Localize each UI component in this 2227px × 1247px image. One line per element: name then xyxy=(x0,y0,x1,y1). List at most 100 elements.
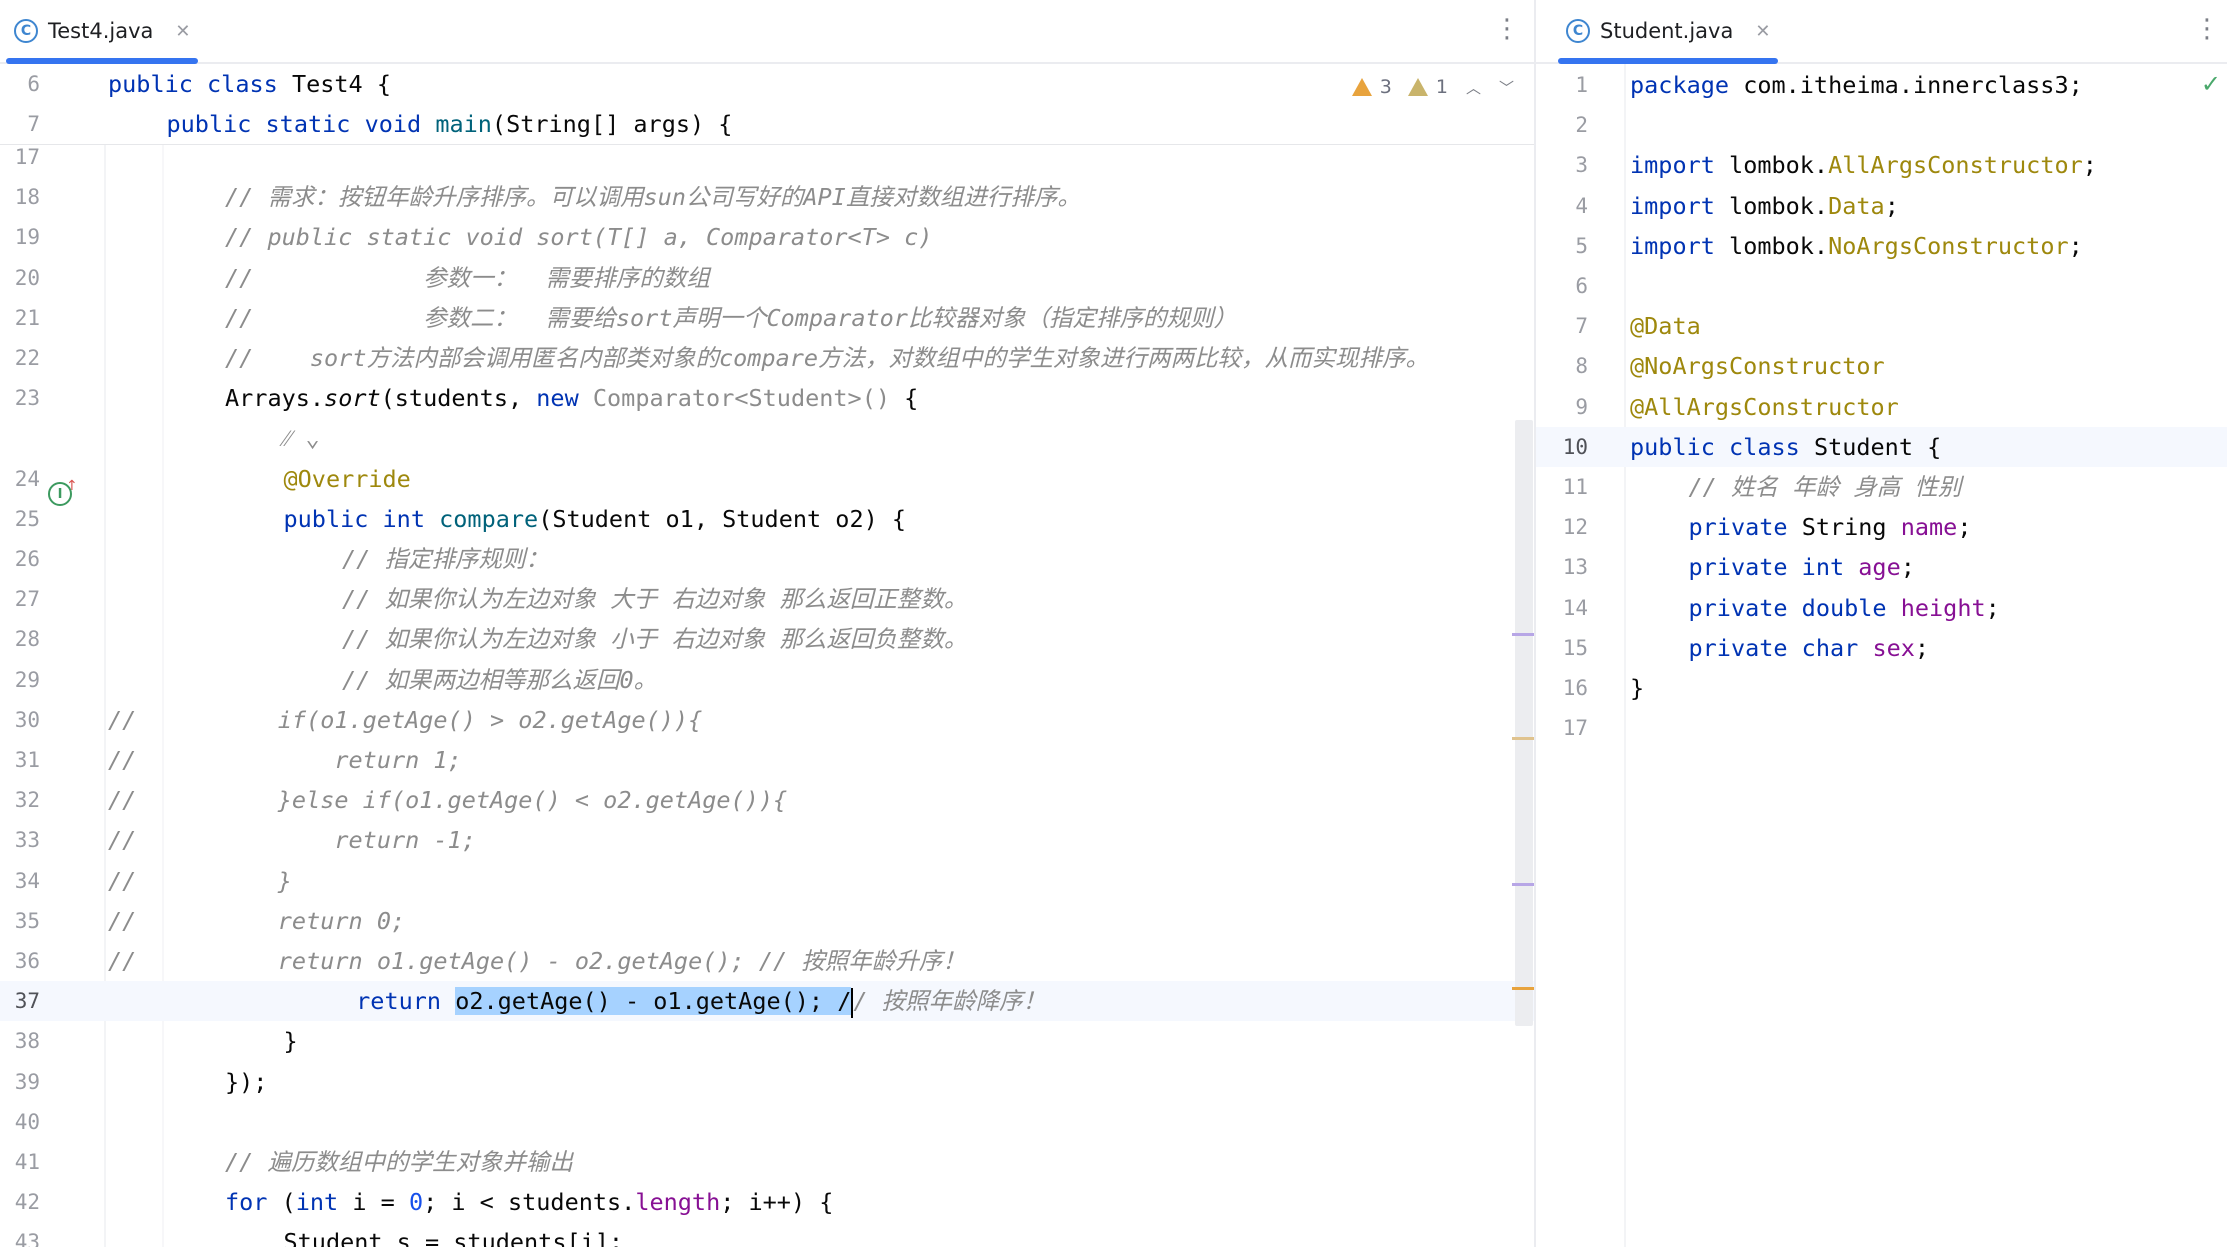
line-number[interactable]: 29 xyxy=(0,660,40,700)
line-number[interactable]: 5 xyxy=(1548,226,1588,266)
code-line[interactable]: 17 xyxy=(1536,708,2227,748)
line-number[interactable]: 22 xyxy=(0,338,40,378)
code-line[interactable]: 12 private String name; xyxy=(1536,507,2227,547)
code-line[interactable]: 19 // public static void sort(T[] a, Comp… xyxy=(0,217,1534,257)
line-number[interactable]: 18 xyxy=(0,177,40,217)
error-stripe-mark[interactable] xyxy=(1512,883,1534,886)
line-number[interactable]: 33 xyxy=(0,820,40,860)
code-line[interactable]: 20 // 参数一： 需要排序的数组 xyxy=(0,258,1534,298)
line-number[interactable]: 9 xyxy=(1548,387,1588,427)
line-number[interactable]: 12 xyxy=(1548,507,1588,547)
line-number[interactable]: 3 xyxy=(1548,145,1588,185)
code-line[interactable]: 41 // 遍历数组中的学生对象并输出 xyxy=(0,1142,1534,1182)
code-line[interactable]: 2 xyxy=(1536,105,2227,145)
editor-pane-test4[interactable]: C Test4.java ✕ ⋮ 17 18// 需求：按钮年龄升序排序。可以调用… xyxy=(0,0,1536,1247)
line-number[interactable]: 43 xyxy=(0,1222,40,1247)
line-number[interactable]: 14 xyxy=(1548,588,1588,628)
code-line[interactable]: 32 // }else if(o1.getAge() < o2.getAge())… xyxy=(0,780,1534,820)
code-line[interactable]: 21 // 参数二： 需要给sort声明一个Comparator比较器对象（指定排… xyxy=(0,298,1534,338)
code-line[interactable]: 7 public static void main(String[] args) … xyxy=(0,104,1534,144)
code-line[interactable]: 27 // 如果你认为左边对象 大于 右边对象 那么返回正整数。 xyxy=(0,579,1534,619)
line-number[interactable]: 32 xyxy=(0,780,40,820)
code-line[interactable]: 43 Student s = students[i]; xyxy=(0,1222,1534,1247)
line-number[interactable]: 11 xyxy=(1548,467,1588,507)
code-line[interactable]: 40 xyxy=(0,1102,1534,1142)
line-number[interactable]: 27 xyxy=(0,579,40,619)
line-number[interactable]: 19 xyxy=(0,217,40,257)
line-number[interactable]: 6 xyxy=(1548,266,1588,306)
code-line[interactable]: 22 // sort方法内部会调用匿名内部类对象的compare方法，对数组中的学… xyxy=(0,338,1534,378)
code-line[interactable]: 30 // if(o1.getAge() > o2.getAge()){ xyxy=(0,700,1534,740)
line-number[interactable]: 20 xyxy=(0,258,40,298)
line-number[interactable]: 35 xyxy=(0,901,40,941)
error-stripe-mark[interactable] xyxy=(1512,633,1534,636)
code-line[interactable]: 34 // } xyxy=(0,861,1534,901)
code-line[interactable]: 35 // return 0; xyxy=(0,901,1534,941)
line-number[interactable]: 7 xyxy=(0,104,40,144)
line-number[interactable]: 40 xyxy=(0,1102,40,1142)
close-icon[interactable]: ✕ xyxy=(1755,21,1770,42)
code-line[interactable]: 8 @NoArgsConstructor xyxy=(1536,346,2227,386)
code-line[interactable]: 9 @AllArgsConstructor xyxy=(1536,387,2227,427)
code-line[interactable]: 42 for (int i = 0; i < students.length; i… xyxy=(0,1182,1534,1222)
line-number[interactable]: 41 xyxy=(0,1142,40,1182)
line-number[interactable]: 34 xyxy=(0,861,40,901)
line-number[interactable]: 17 xyxy=(1548,708,1588,748)
line-number[interactable]: 26 xyxy=(0,539,40,579)
line-number[interactable]: 36 xyxy=(0,941,40,981)
line-number[interactable]: 7 xyxy=(1548,306,1588,346)
tab-student-java[interactable]: C Student.java ✕ xyxy=(1558,0,1779,64)
line-number[interactable]: 37 xyxy=(0,981,40,1021)
line-number[interactable]: 30 xyxy=(0,700,40,740)
error-stripe-mark[interactable] xyxy=(1512,737,1534,740)
code-line[interactable]: 25 public int compare(Student o1, Student… xyxy=(0,499,1534,539)
code-line[interactable]: 37 return o2.getAge() - o1.getAge(); // … xyxy=(0,981,1534,1022)
code-line[interactable]: 11 // 姓名 年龄 身高 性别 xyxy=(1536,467,2227,507)
line-number[interactable]: 28 xyxy=(0,619,40,659)
line-number[interactable]: 38 xyxy=(0,1021,40,1061)
code-line[interactable]: 7 @Data xyxy=(1536,306,2227,346)
code-line[interactable]: 1 package com.itheima.innerclass3; xyxy=(1536,65,2227,105)
error-stripe-mark[interactable] xyxy=(1512,987,1534,990)
code-line[interactable]: 36 // return o1.getAge() - o2.getAge(); /… xyxy=(0,941,1534,981)
code-line[interactable]: 6 xyxy=(1536,266,2227,306)
vertical-scrollbar[interactable] xyxy=(1515,420,1533,1026)
code-line[interactable]: 13 private int age; xyxy=(1536,547,2227,587)
line-number[interactable]: 16 xyxy=(1548,668,1588,708)
line-number[interactable]: 31 xyxy=(0,740,40,780)
code-line[interactable]: 5 import lombok.NoArgsConstructor; xyxy=(1536,226,2227,266)
line-number[interactable]: 23 xyxy=(0,378,40,418)
more-options-icon[interactable]: ⋮ xyxy=(1494,14,1520,44)
code-line[interactable]: 4 import lombok.Data; xyxy=(1536,186,2227,226)
line-number[interactable]: 25 xyxy=(0,499,40,539)
line-number[interactable]: 6 xyxy=(0,64,40,104)
tab-test4-java[interactable]: C Test4.java ✕ xyxy=(6,0,199,64)
more-options-icon[interactable]: ⋮ xyxy=(2194,14,2220,44)
code-line[interactable]: 14 private double height; xyxy=(1536,588,2227,628)
code-line[interactable]: 24 @Override xyxy=(0,459,1534,499)
code-line[interactable]: 33 // return -1; xyxy=(0,820,1534,860)
code-line[interactable]: 28 // 如果你认为左边对象 小于 右边对象 那么返回负整数。 xyxy=(0,619,1534,659)
line-number[interactable]: 39 xyxy=(0,1062,40,1102)
code-line[interactable]: 29 // 如果两边相等那么返回0。 xyxy=(0,660,1534,700)
line-number[interactable]: 24 xyxy=(0,459,40,499)
code-line[interactable]: 3 import lombok.AllArgsConstructor; xyxy=(1536,145,2227,185)
code-line[interactable]: 6 public class Test4 { xyxy=(0,64,1534,104)
line-number[interactable]: 10 xyxy=(1548,427,1588,467)
code-line[interactable]: ⁄⁄ ⌄ xyxy=(0,418,1534,458)
line-number[interactable]: 13 xyxy=(1548,547,1588,587)
line-number[interactable]: 1 xyxy=(1548,65,1588,105)
code-editor[interactable]: 17 18// 需求：按钮年龄升序排序。可以调用sun公司写好的API直接对数组进… xyxy=(0,64,1534,1247)
line-number[interactable]: 42 xyxy=(0,1182,40,1222)
code-line[interactable]: 26 // 指定排序规则： xyxy=(0,539,1534,579)
code-line[interactable]: 10 public class Student { xyxy=(1536,426,2227,467)
code-line[interactable]: 23 Arrays.sort(students, new Comparator<S… xyxy=(0,378,1534,418)
line-number[interactable]: 15 xyxy=(1548,628,1588,668)
line-number[interactable]: 8 xyxy=(1548,346,1588,386)
code-line[interactable]: 39}); xyxy=(0,1062,1534,1102)
line-number[interactable]: 2 xyxy=(1548,105,1588,145)
code-line[interactable]: 18 // 需求：按钮年龄升序排序。可以调用sun公司写好的API直接对数组进行排… xyxy=(0,177,1534,217)
line-number[interactable]: 4 xyxy=(1548,186,1588,226)
editor-pane-student[interactable]: C Student.java ✕ ⋮ 1 package com.itheima.… xyxy=(1536,0,2227,1247)
sticky-lines-header[interactable]: 3 1 ︿ ﹀ 6 public class Test4 {7 public sta… xyxy=(0,64,1534,145)
